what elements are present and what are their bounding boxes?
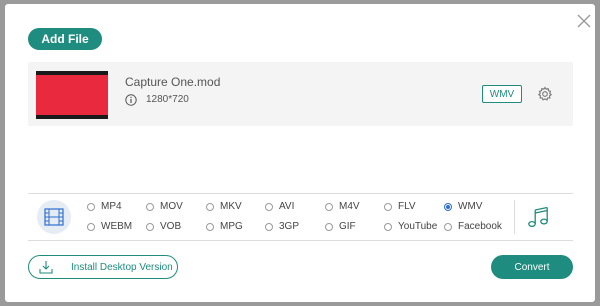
radio-button[interactable] [265,222,273,231]
format-label: MKV [220,201,242,212]
format-option-facebook[interactable]: Facebook [444,221,502,232]
format-section-divider-bottom [28,240,573,241]
format-option-vob[interactable]: VOB [146,221,181,232]
format-section-divider-top [28,193,573,194]
format-option-gif[interactable]: GIF [325,221,356,232]
output-format-button[interactable]: WMV [482,85,522,103]
radio-button[interactable] [87,222,95,231]
format-label: YouTube [398,221,438,232]
thumbnail-frame [36,75,108,115]
radio-button[interactable] [87,202,95,211]
format-label: WEBM [101,221,133,232]
install-desktop-label: Install Desktop Version [71,261,173,273]
format-label: 3GP [279,221,300,232]
format-label: MPG [220,221,243,232]
close-icon[interactable] [575,12,593,30]
format-option-mov[interactable]: MOV [146,201,183,212]
format-label: FLV [398,201,416,212]
format-option-flv[interactable]: FLV [384,201,416,212]
format-label: GIF [339,221,356,232]
radio-button[interactable] [325,202,333,211]
format-label: M4V [339,201,360,212]
gear-icon[interactable] [537,86,553,102]
file-resolution: 1280*720 [146,94,189,105]
radio-button[interactable] [206,202,214,211]
add-file-button[interactable]: Add File [28,28,102,50]
format-label: VOB [160,221,182,232]
music-note-icon[interactable] [527,205,549,229]
format-label: AVI [279,201,295,212]
format-options: MP4 MOV MKV AVI M4V FLV WMV WEBM VOB MPG… [87,201,507,235]
format-option-mpg[interactable]: MPG [206,221,243,232]
radio-button[interactable] [384,222,392,231]
install-desktop-button[interactable]: Install Desktop Version [28,255,178,279]
format-tab-separator [514,200,515,234]
format-option-youtube[interactable]: YouTube [384,221,437,232]
radio-button[interactable] [265,202,273,211]
radio-button[interactable] [444,222,452,231]
format-label: Facebook [458,221,502,232]
format-option-3gp[interactable]: 3GP [265,221,299,232]
format-option-mp4[interactable]: MP4 [87,201,122,212]
file-list-item: Capture One.mod 1280*720 WMV [28,62,573,126]
format-option-mkv[interactable]: MKV [206,201,242,212]
radio-button[interactable] [206,222,214,231]
format-option-avi[interactable]: AVI [265,201,294,212]
file-name: Capture One.mod [125,75,221,89]
converter-dialog: Add File Capture One.mod 1280*720 WMV MP… [5,4,595,302]
convert-button[interactable]: Convert [491,255,573,279]
film-icon [44,208,64,226]
radio-button-selected[interactable] [444,202,452,211]
radio-button[interactable] [384,202,392,211]
format-label: WMV [458,201,483,212]
format-label: MOV [160,201,183,212]
format-label: MP4 [101,201,122,212]
format-option-webm[interactable]: WEBM [87,221,132,232]
info-icon[interactable] [125,94,137,106]
format-option-wmv[interactable]: WMV [444,201,482,212]
radio-button[interactable] [325,222,333,231]
radio-button[interactable] [146,202,154,211]
radio-button[interactable] [146,222,154,231]
video-thumbnail [36,71,108,119]
video-formats-tab[interactable] [37,200,71,234]
format-option-m4v[interactable]: M4V [325,201,360,212]
download-icon [39,261,53,274]
